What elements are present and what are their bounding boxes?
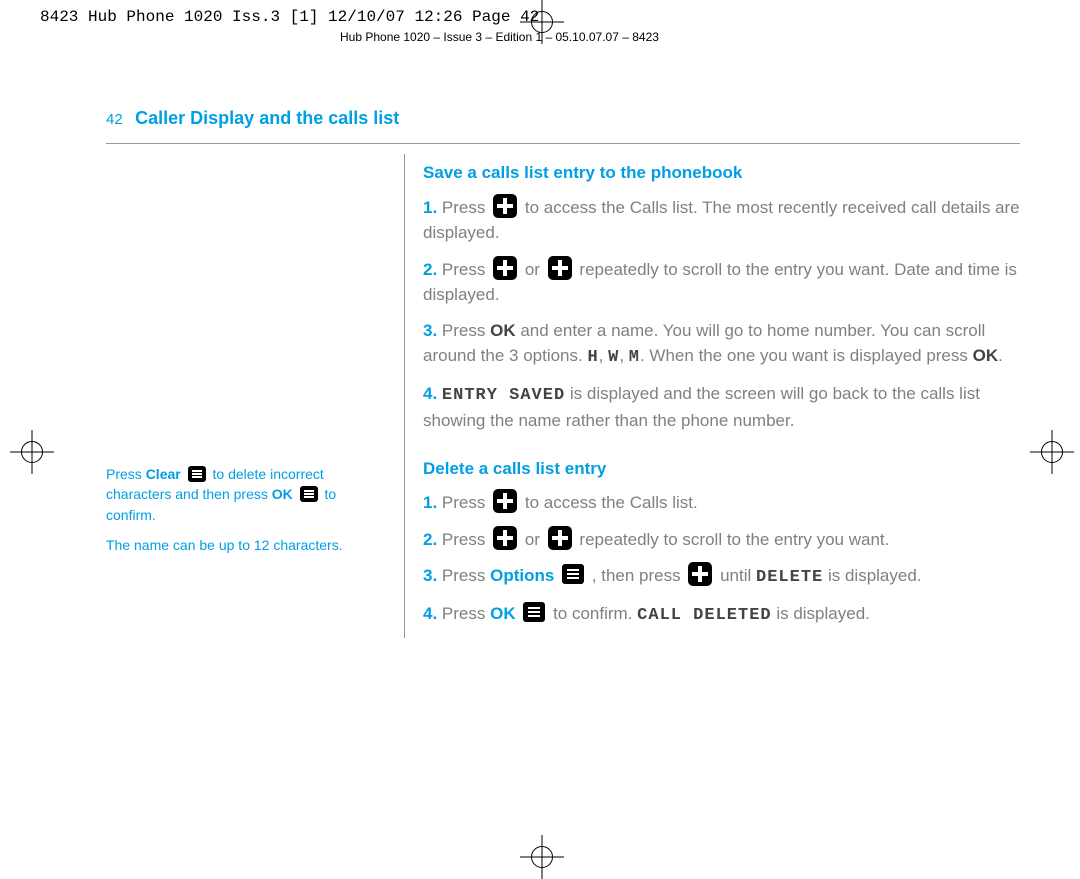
crop-mark-header: 8423 Hub Phone 1020 Iss.3 [1] 12/10/07 1… [40, 8, 539, 26]
step: 1. Press to access the Calls list. The m… [423, 194, 1020, 246]
nav-key-icon [493, 194, 517, 218]
step: 2. Press or repeatedly to scroll to the … [423, 256, 1020, 308]
registration-mark-icon [10, 430, 54, 474]
page-content: 42 Caller Display and the calls list Pre… [106, 108, 1020, 638]
nav-key-icon [493, 489, 517, 513]
sidebar-tip: Press Clear to delete incorrect characte… [106, 464, 386, 525]
document-slug: Hub Phone 1020 – Issue 3 – Edition 1 – 0… [340, 30, 659, 44]
registration-mark-icon [1030, 430, 1074, 474]
main-column: Save a calls list entry to the phonebook… [405, 154, 1020, 638]
divider [106, 143, 1020, 144]
sidebar: Press Clear to delete incorrect characte… [106, 154, 405, 638]
sidebar-tip: The name can be up to 12 characters. [106, 535, 386, 555]
registration-mark-icon [520, 0, 564, 44]
softkey-icon [188, 466, 206, 482]
nav-key-icon [548, 526, 572, 550]
section-heading: Save a calls list entry to the phonebook [423, 160, 1020, 186]
nav-key-icon [548, 256, 572, 280]
page-number: 42 [106, 111, 123, 128]
step: 4. ENTRY SAVED is displayed and the scre… [423, 381, 1020, 434]
step: 2. Press or repeatedly to scroll to the … [423, 526, 1020, 553]
softkey-icon [562, 564, 584, 584]
section-heading: Delete a calls list entry [423, 456, 1020, 482]
step: 1. Press to access the Calls list. [423, 489, 1020, 516]
softkey-icon [300, 486, 318, 502]
registration-mark-icon [520, 835, 564, 879]
nav-key-icon [493, 526, 517, 550]
softkey-icon [523, 602, 545, 622]
nav-key-icon [493, 256, 517, 280]
step: 3. Press Options , then press until DELE… [423, 562, 1020, 591]
page-title: Caller Display and the calls list [135, 108, 399, 129]
step: 4. Press OK to confirm. CALL DELETED is … [423, 601, 1020, 629]
nav-key-icon [688, 562, 712, 586]
step: 3. Press OK and enter a name. You will g… [423, 318, 1020, 371]
